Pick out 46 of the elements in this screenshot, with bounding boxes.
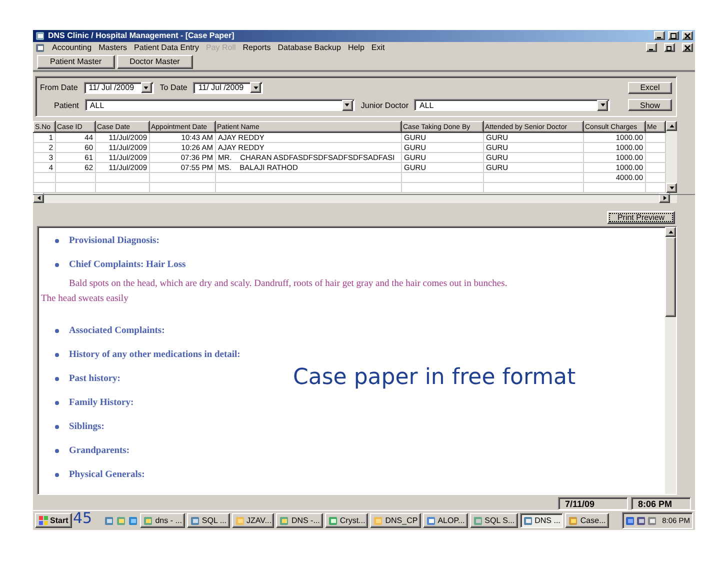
toolbar-button[interactable]: Doctor Master [116, 54, 193, 69]
date-field[interactable]: 11/ Jul /2009 [84, 82, 154, 94]
field-label: Patient [54, 100, 79, 110]
field-label: From Date [40, 83, 78, 92]
section-heading: Associated Complaints: [69, 326, 165, 336]
show-button[interactable]: Show [628, 99, 672, 112]
menu-item[interactable]: Patient Data Entry [134, 43, 199, 52]
taskbar-button[interactable]: Case... [565, 513, 609, 528]
taskbar-button[interactable]: SQL ... [186, 513, 230, 528]
field-label: Junior Doctor [360, 100, 408, 110]
section-heading: Past history: [69, 374, 120, 384]
patient-dropdown[interactable]: ALL [84, 99, 355, 112]
status-text: 8:06 PM [631, 497, 691, 510]
complaint-text: Bald spots on the head, which are dry and scaly. Dandruff, roots of hair get gray and the hair comes out in bunches. The head sweats easily [41, 278, 508, 306]
print-preview-button[interactable]: Print Preview [607, 210, 675, 224]
taskbar-button[interactable]: dns - ... [140, 513, 185, 528]
taskbar-button[interactable]: JZAV... [232, 513, 274, 528]
taskbar-button[interactable]: DNS -... [276, 513, 323, 528]
taskbar-button[interactable]: Cryst... [324, 513, 368, 528]
section-heading: Chief Complaints: Hair Loss [69, 260, 186, 270]
section-heading: Provisional Diagnosis: [69, 236, 160, 246]
window-title: DNS Clinic / Hospital Management - [Case Paper] [48, 31, 236, 40]
taskbar-button[interactable]: DNS_CP [370, 513, 421, 528]
section-heading: Family History: [69, 398, 134, 408]
start-button[interactable]: Start [35, 513, 72, 528]
section-heading: Grandparents: [69, 446, 130, 456]
menu-item[interactable]: Reports [242, 43, 271, 52]
taskbar-button[interactable]: ALOP... [422, 513, 468, 528]
section-heading: Siblings: [69, 422, 104, 432]
date-field[interactable]: 11/ Jul /2009 [193, 82, 264, 94]
status-text: 7/11/09 [558, 497, 628, 510]
section-heading: History of any other medications in detail: [69, 350, 240, 360]
section-heading: Physical Generals: [69, 470, 145, 480]
excel-button[interactable]: Excel [628, 82, 672, 94]
slide-number: 45 [73, 510, 92, 526]
taskbar-button[interactable]: SQL S... [470, 513, 518, 528]
taskbar-button[interactable]: DNS ... [520, 513, 564, 528]
slide-caption: Case paper in free format [293, 365, 576, 390]
toolbar-button[interactable]: Patient Master [37, 54, 115, 69]
doctor-dropdown[interactable]: ALL [414, 99, 610, 112]
field-label: To Date [160, 83, 188, 92]
menu-item[interactable]: Exit [371, 43, 385, 52]
menu-item[interactable]: Database Backup [278, 43, 341, 52]
menu-item[interactable]: Help [348, 43, 364, 52]
menu-item[interactable]: Masters [98, 43, 128, 52]
menu-item[interactable]: Accounting [52, 43, 92, 52]
